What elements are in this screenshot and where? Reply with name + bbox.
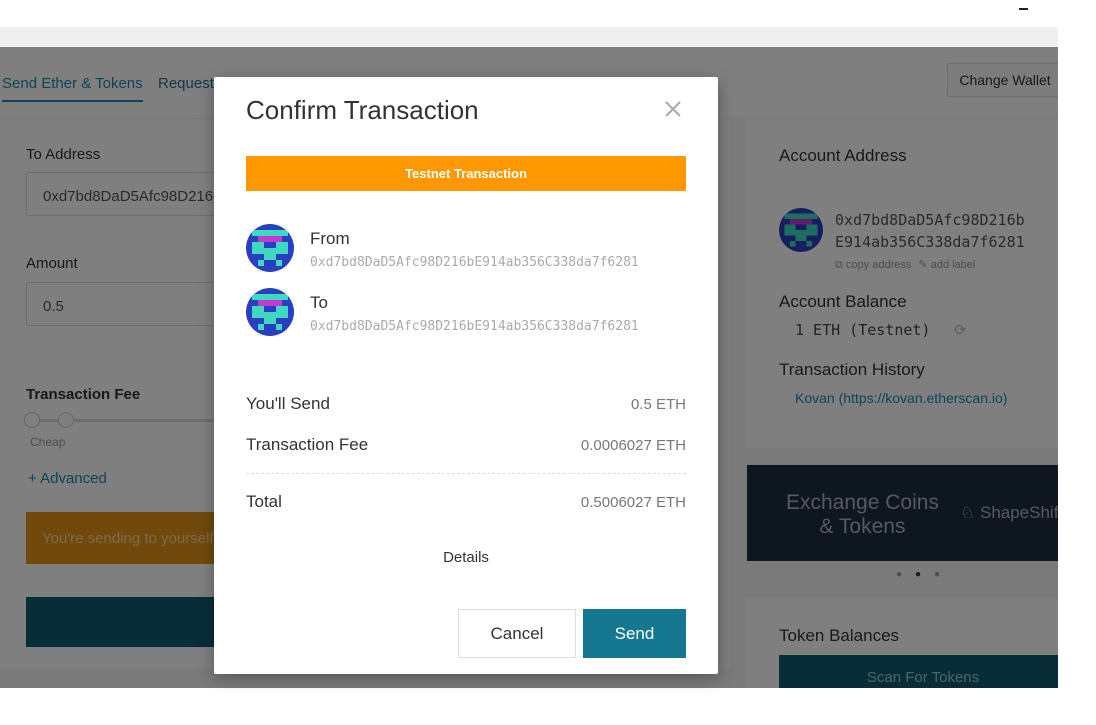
to-party: To 0xd7bd8DaD5Afc98D216bE914ab356C338da7…: [246, 288, 696, 338]
from-party: From 0xd7bd8DaD5Afc98D216bE914ab356C338d…: [246, 224, 696, 274]
app-top-bar: [0, 27, 1058, 47]
you-send-value: 0.5 ETH: [630, 396, 686, 413]
send-button[interactable]: Send: [583, 609, 686, 658]
transaction-fee-row: Transaction Fee 0.0006027 ETH: [246, 435, 686, 459]
testnet-transaction-badge: Testnet Transaction: [246, 156, 686, 191]
transaction-fee-label: Transaction Fee: [246, 435, 369, 454]
you-send-row: You'll Send 0.5 ETH: [246, 394, 686, 418]
total-label: Total: [246, 492, 282, 511]
you-send-label: You'll Send: [246, 394, 330, 413]
transaction-fee-value: 0.0006027 ETH: [580, 437, 686, 454]
identicon-icon: [246, 288, 294, 336]
divider: [246, 473, 686, 474]
to-identicon: [246, 288, 294, 336]
total-value: 0.5006027 ETH: [580, 494, 686, 511]
from-label: From: [310, 229, 350, 248]
close-icon[interactable]: [663, 99, 683, 119]
details-toggle[interactable]: Details: [214, 549, 718, 566]
minimize-icon[interactable]: [1019, 8, 1028, 10]
to-label: To: [310, 293, 328, 312]
from-identicon: [246, 224, 294, 272]
cancel-button[interactable]: Cancel: [458, 609, 576, 658]
identicon-icon: [246, 224, 294, 272]
from-address: 0xd7bd8DaD5Afc98D216bE914ab356C338da7f62…: [310, 255, 639, 270]
total-row: Total 0.5006027 ETH: [246, 492, 686, 516]
modal-title: Confirm Transaction: [246, 95, 479, 125]
confirm-transaction-modal: Confirm Transaction Testnet Transaction …: [214, 77, 718, 674]
screen: Send Ether & Tokens Request Change Walle…: [0, 0, 1096, 725]
to-address: 0xd7bd8DaD5Afc98D216bE914ab356C338da7f62…: [310, 319, 639, 334]
